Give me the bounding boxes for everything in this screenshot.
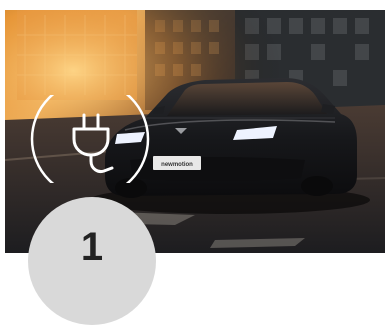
step-badge: 1 <box>28 197 156 325</box>
hero-card: newmotion 1 <box>0 0 385 325</box>
ev-plug-icon <box>30 95 150 183</box>
step-number: 1 <box>80 225 104 269</box>
license-plate-text: newmotion <box>161 162 193 168</box>
